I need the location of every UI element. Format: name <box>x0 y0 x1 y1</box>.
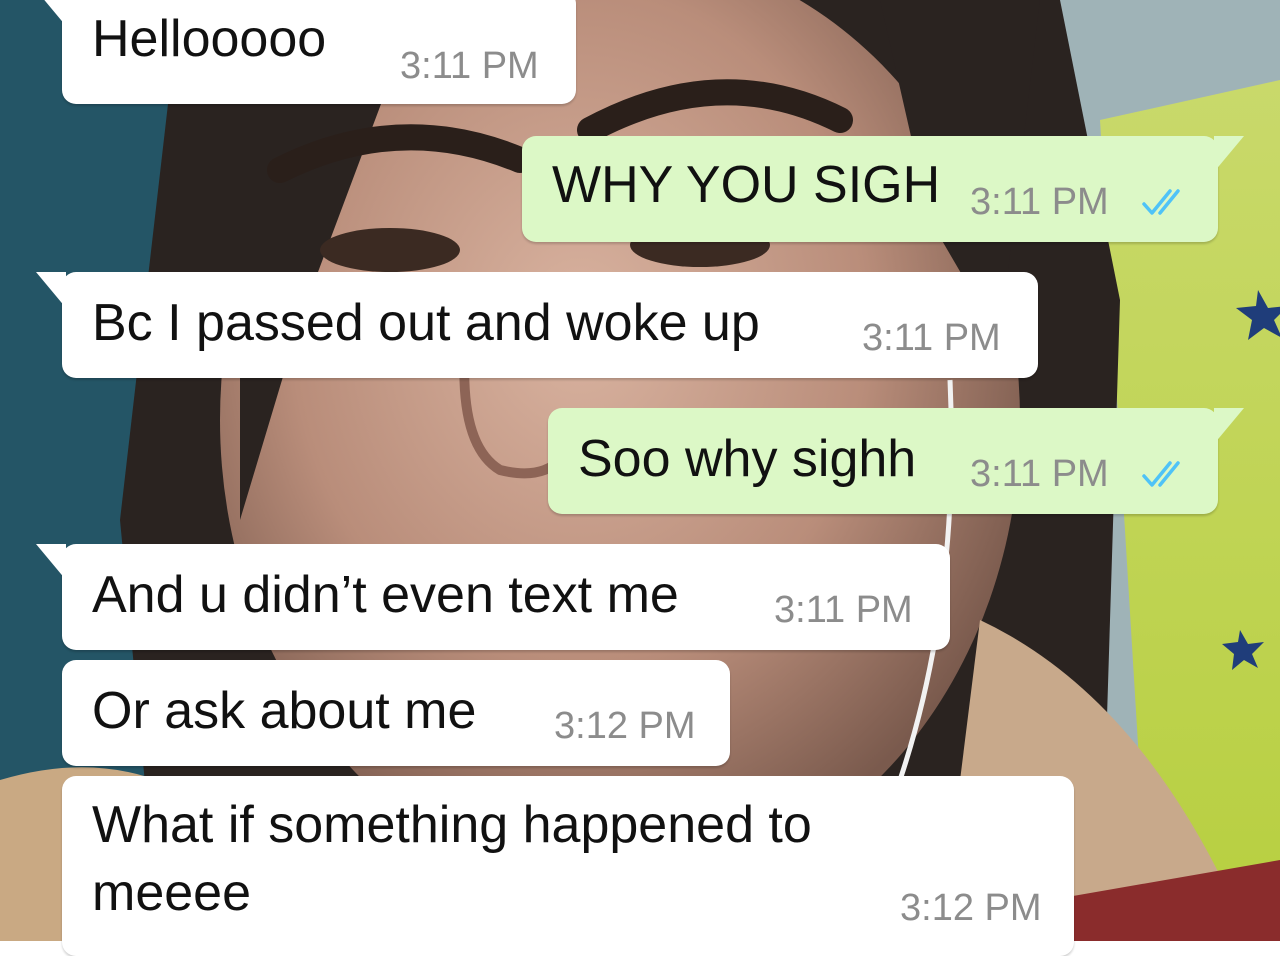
message-bubble-incoming[interactable]: What if something happened to meeee 3:12… <box>62 776 1074 956</box>
message-list[interactable]: Hellooooo 3:11 PM WHY YOU SIGH 3:11 PM B… <box>0 0 1280 956</box>
message-text: WHY YOU SIGH <box>552 156 941 214</box>
message-timestamp: 3:12 PM <box>900 887 1042 929</box>
message-bubble-outgoing[interactable]: WHY YOU SIGH 3:11 PM <box>522 136 1244 242</box>
message-text: Or ask about me <box>92 682 477 740</box>
message-text-line-1: What if something happened to <box>92 796 812 854</box>
message-text: Hellooooo <box>92 10 327 68</box>
message-timestamp: 3:11 PM <box>970 181 1109 223</box>
message-text: And u didn’t even text me <box>92 566 679 624</box>
bubble-tail <box>36 0 66 26</box>
message-timestamp: 3:11 PM <box>970 453 1109 495</box>
double-check-icon <box>1142 461 1180 487</box>
message-timestamp: 3:11 PM <box>862 317 1001 359</box>
bubble-tail <box>1214 136 1244 172</box>
message-timestamp: 3:12 PM <box>554 705 696 747</box>
message-bubble-incoming[interactable]: Bc I passed out and woke up 3:11 PM <box>36 272 1038 378</box>
bubble-tail <box>36 272 66 308</box>
message-timestamp: 3:11 PM <box>774 589 913 631</box>
bubble-tail <box>1214 408 1244 444</box>
bubble-tail <box>36 544 66 580</box>
message-text: Soo why sighh <box>578 430 917 488</box>
message-bubble-incoming[interactable]: And u didn’t even text me 3:11 PM <box>36 544 950 650</box>
message-bubble-outgoing[interactable]: Soo why sighh 3:11 PM <box>548 408 1244 514</box>
double-check-icon <box>1142 189 1180 215</box>
message-text-line-2: meeee <box>92 864 251 922</box>
message-bubble-incoming[interactable]: Or ask about me 3:12 PM <box>62 660 730 766</box>
message-text: Bc I passed out and woke up <box>92 294 760 352</box>
message-bubble-incoming[interactable]: Hellooooo 3:11 PM <box>36 0 576 104</box>
message-timestamp: 3:11 PM <box>400 45 539 87</box>
